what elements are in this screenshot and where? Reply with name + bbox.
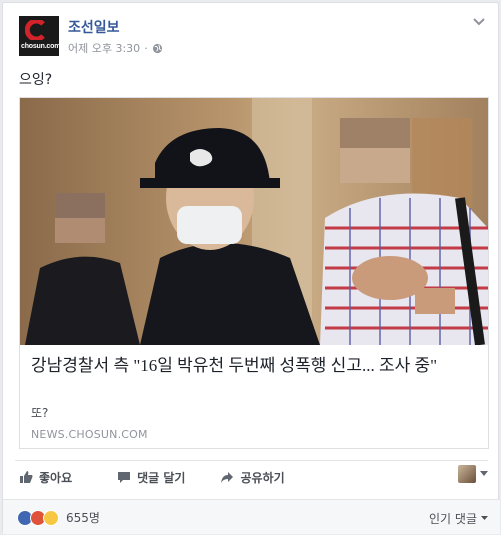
- comment-sort-label: 인기 댓글: [429, 512, 477, 526]
- like-button[interactable]: 좋아요: [19, 469, 72, 486]
- link-preview-card[interactable]: 강남경찰서 측 "16일 박유천 두번째 성폭행 신고... 조사 중" 또? …: [19, 97, 489, 449]
- page-name-link[interactable]: 조선일보: [68, 17, 120, 37]
- reaction-summary[interactable]: 655명: [17, 509, 100, 526]
- comment-sort-dropdown[interactable]: 인기 댓글: [429, 510, 488, 527]
- article-photo-illustration: [20, 98, 488, 345]
- reactions-footer: 655명 인기 댓글: [3, 499, 500, 534]
- post-timestamp[interactable]: 어제 오후 3:30: [68, 40, 140, 56]
- share-label: 공유하기: [240, 470, 285, 485]
- caret-down-icon: [480, 471, 488, 476]
- comment-icon: [118, 472, 131, 483]
- facebook-post: chosun.com 조선일보 어제 오후 3:30 · 으잉? 강남경찰서 측…: [2, 2, 500, 534]
- like-label: 좋아요: [39, 470, 73, 485]
- post-text: 으잉?: [19, 72, 53, 88]
- article-description: 또?: [31, 406, 49, 420]
- actions-top-divider: [15, 460, 488, 461]
- separator-dot: ·: [144, 41, 148, 55]
- reaction-count[interactable]: 655명: [66, 509, 100, 526]
- avatar-brand-text: chosun.com: [21, 43, 59, 50]
- share-arrow-icon: [221, 472, 234, 483]
- caret-down-icon: [481, 516, 488, 520]
- article-photo[interactable]: [20, 98, 488, 345]
- globe-icon[interactable]: [152, 43, 163, 54]
- article-domain: NEWS.CHOSUN.COM: [31, 428, 148, 441]
- chevron-down-icon[interactable]: [472, 17, 486, 27]
- post-actions-bar: 좋아요 댓글 달기 공유하기: [15, 465, 488, 489]
- page-avatar[interactable]: chosun.com: [19, 16, 59, 56]
- share-button[interactable]: 공유하기: [220, 469, 285, 486]
- thumbs-up-icon: [20, 471, 33, 483]
- post-meta: 어제 오후 3:30 ·: [68, 40, 163, 56]
- comment-label: 댓글 달기: [137, 470, 186, 485]
- comment-button[interactable]: 댓글 달기: [117, 469, 185, 486]
- chosun-logo-icon: [25, 20, 45, 40]
- haha-reaction-icon: [43, 509, 59, 526]
- article-headline[interactable]: 강남경찰서 측 "16일 박유천 두번째 성폭행 신고... 조사 중": [31, 354, 479, 377]
- share-as-selector[interactable]: [458, 465, 488, 483]
- user-avatar: [458, 465, 476, 483]
